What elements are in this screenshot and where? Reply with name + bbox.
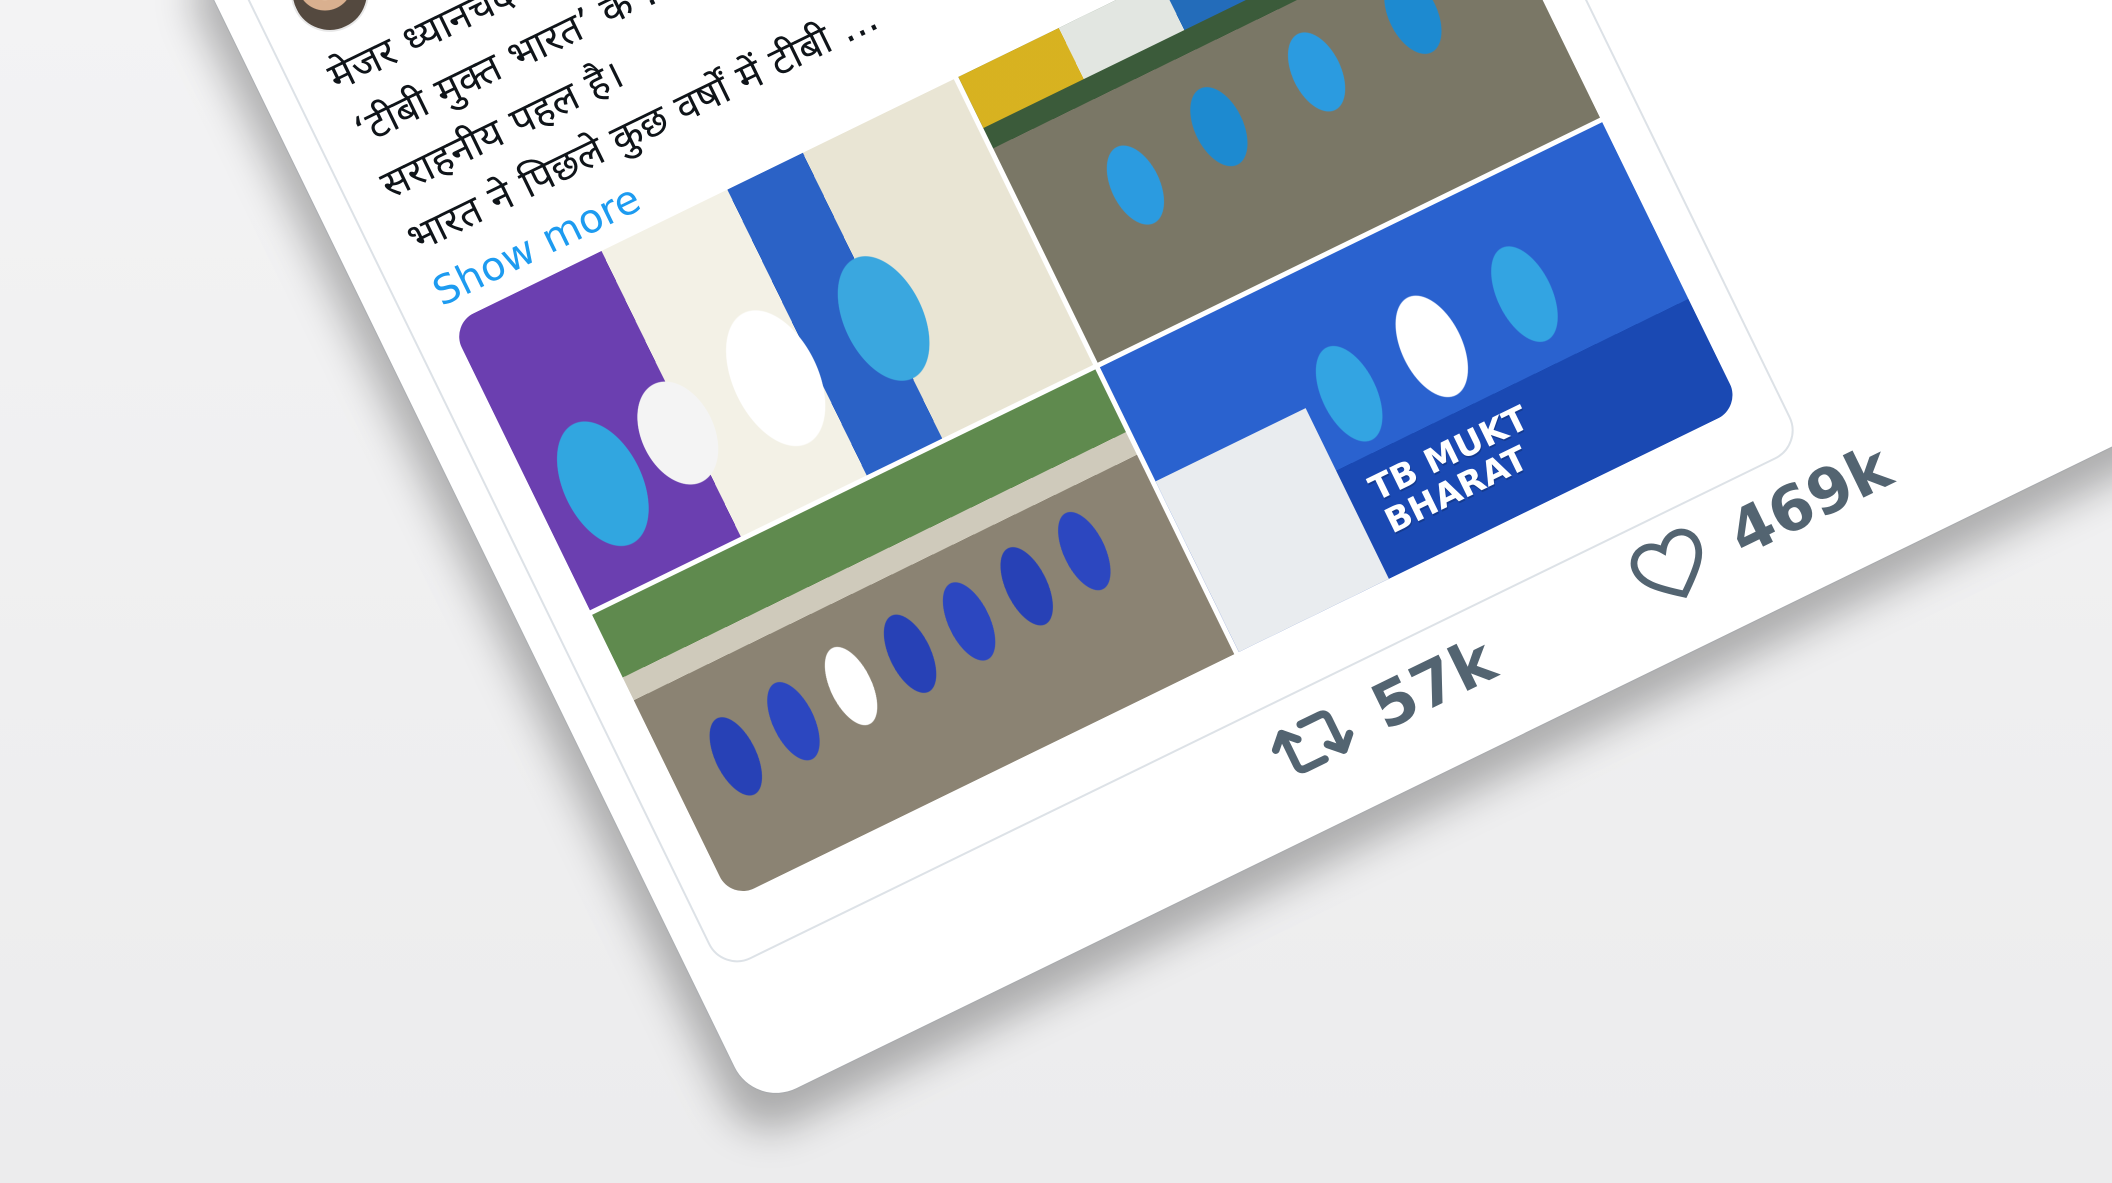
retweet-icon [1260, 692, 1366, 792]
tweet-post[interactable]: Om मेजर ध्यानचंद ... ‘टीबी मुक्त भारत’ क… [229, 0, 1805, 974]
tb-mukt-bharat-banner: TB MUKT BHARAT [1363, 399, 1550, 543]
screenshot-stage: Om मेजर ध्यानचंद ... ‘टीबी मुक्त भारत’ क… [0, 0, 2112, 1183]
tweet-card: Om मेजर ध्यानचंद ... ‘टीबी मुक्त भारत’ क… [185, 0, 2112, 1109]
heart-icon [1618, 516, 1724, 618]
